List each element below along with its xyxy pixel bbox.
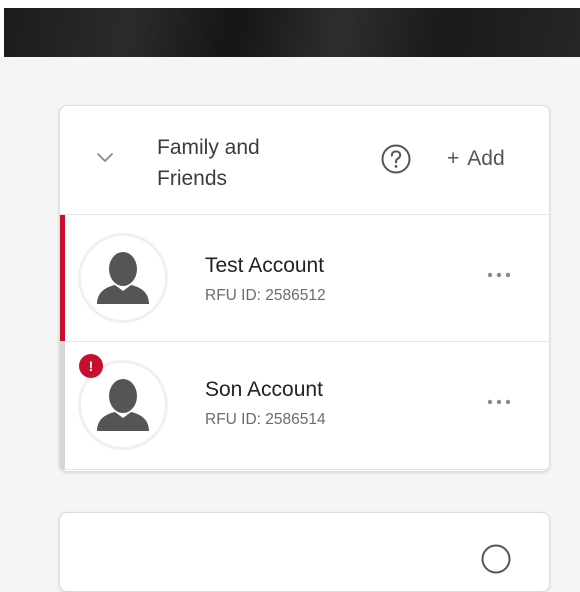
- avatar: [78, 233, 168, 323]
- family-and-friends-card: Family and Friends + Add Test Account RFU…: [59, 105, 550, 472]
- person-silhouette-icon: [97, 379, 149, 431]
- question-circle-icon[interactable]: [480, 543, 512, 575]
- member-rfu-id: RFU ID: 2586512: [205, 287, 326, 304]
- header-background-image: [4, 8, 580, 57]
- plus-icon: +: [447, 147, 460, 170]
- question-circle-icon[interactable]: [380, 143, 412, 175]
- card-title: Family and Friends: [157, 136, 260, 190]
- exclamation-badge-icon: !: [79, 354, 103, 378]
- chevron-down-icon[interactable]: [96, 150, 114, 164]
- member-row-test-account[interactable]: Test Account RFU ID: 2586512: [60, 215, 549, 342]
- row-indicator: [60, 342, 65, 469]
- member-row-son-account[interactable]: ! Son Account RFU ID: 2586514: [60, 342, 549, 470]
- member-name: Son Account: [205, 378, 323, 401]
- selected-row-indicator: [60, 215, 65, 341]
- add-button-label: Add: [467, 147, 505, 170]
- header-band: [0, 0, 580, 57]
- member-rfu-id: RFU ID: 2586514: [205, 411, 326, 428]
- person-silhouette-icon: [97, 252, 149, 304]
- more-horizontal-icon[interactable]: [482, 265, 516, 285]
- card-header: Family and Friends + Add: [60, 106, 549, 215]
- add-member-button[interactable]: + Add: [447, 146, 505, 172]
- secondary-card: [59, 512, 550, 592]
- member-name: Test Account: [205, 254, 325, 277]
- more-horizontal-icon[interactable]: [482, 392, 516, 412]
